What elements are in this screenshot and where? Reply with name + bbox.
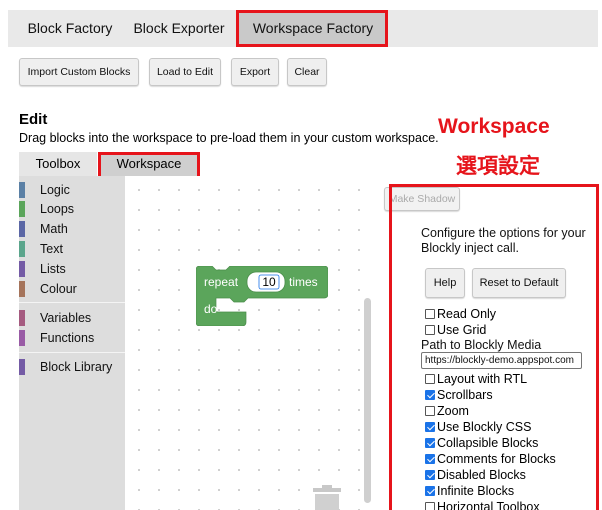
category-color-swatch: [19, 221, 25, 237]
category-label: Math: [40, 222, 68, 236]
tab-block-exporter[interactable]: Block Exporter: [128, 10, 230, 47]
category-color-swatch: [19, 182, 25, 198]
category-color-swatch: [19, 310, 25, 326]
do-label: do: [204, 302, 218, 316]
highlight-box-workspace-factory: [236, 10, 388, 47]
category-label: Colour: [40, 282, 77, 296]
category-color-swatch: [19, 261, 25, 277]
category-label: Loops: [40, 202, 75, 216]
category-label: Functions: [40, 331, 95, 345]
tab-toolbox[interactable]: Toolbox: [19, 152, 97, 176]
export-button[interactable]: Export: [231, 58, 279, 86]
category-label: Variables: [40, 311, 92, 325]
edit-description: Drag blocks into the workspace to pre-lo…: [19, 131, 439, 145]
workspace-canvas[interactable]: [125, 176, 374, 510]
category-color-swatch: [19, 330, 25, 346]
toolbox-separator: [19, 302, 125, 303]
workspace-scrollbar[interactable]: [364, 298, 371, 503]
edit-heading: Edit: [19, 111, 48, 128]
category-color-swatch: [19, 241, 25, 257]
repeat-count-input[interactable]: 10: [259, 275, 279, 289]
repeat-label: repeat: [204, 275, 239, 289]
tab-block-factory[interactable]: Block Factory: [20, 10, 120, 47]
category-label: Logic: [40, 183, 70, 197]
trash-icon[interactable]: [310, 484, 344, 510]
category-color-swatch: [19, 359, 25, 375]
import-custom-blocks-button[interactable]: Import Custom Blocks: [19, 58, 139, 86]
clear-button[interactable]: Clear: [287, 58, 327, 86]
toolbox-panel: Logic Loops Math Text Lists Colour Varia…: [19, 176, 125, 510]
times-label: times: [289, 275, 318, 289]
category-color-swatch: [19, 201, 25, 217]
sub-tab-bar: Toolbox Workspace: [19, 152, 459, 176]
highlight-box-options-panel: [389, 184, 599, 510]
load-to-edit-button[interactable]: Load to Edit: [149, 58, 221, 86]
category-color-swatch: [19, 281, 25, 297]
toolbox-separator: [19, 352, 125, 353]
category-label: Block Library: [40, 360, 113, 374]
annotation-workspace: Workspace: [438, 115, 550, 138]
category-label: Lists: [40, 262, 66, 276]
category-label: Text: [40, 242, 63, 256]
